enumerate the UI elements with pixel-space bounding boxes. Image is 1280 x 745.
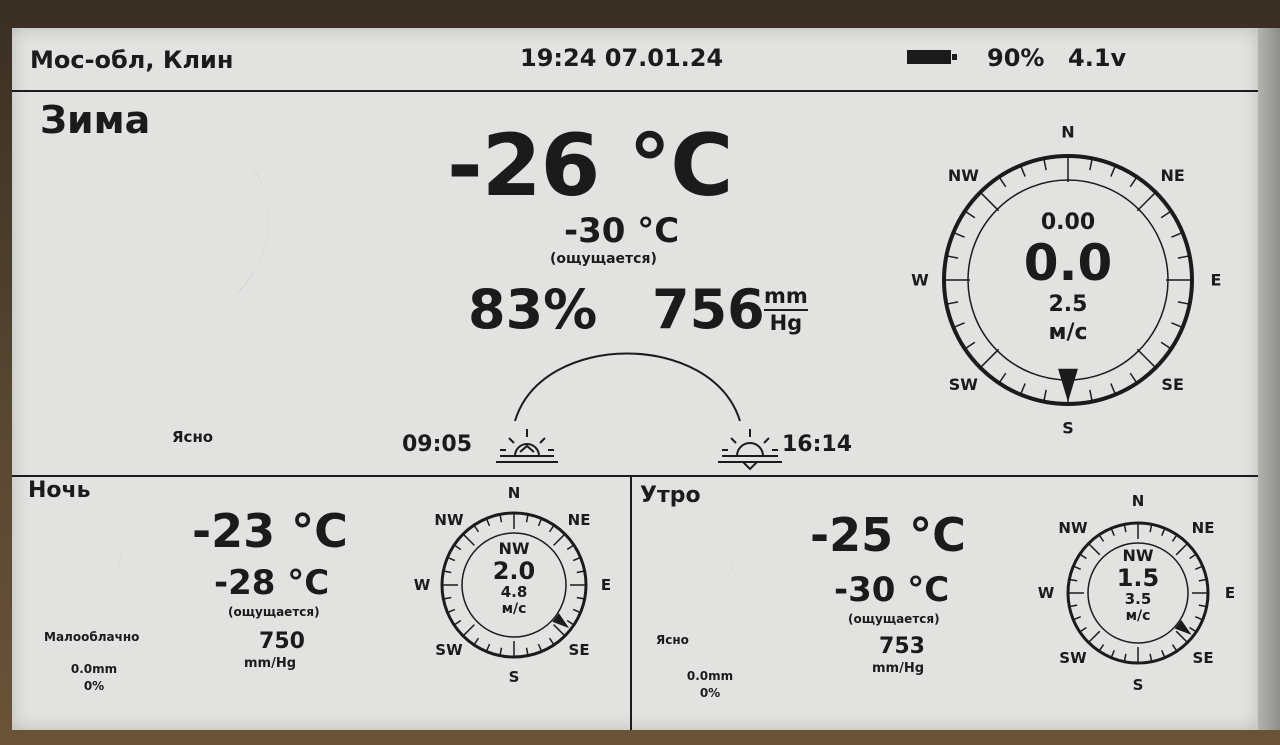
morning-wind-block: NW 1.5 3.5 м/с (1108, 546, 1168, 624)
compass-tick (1189, 626, 1197, 633)
compass-direction-label: SE (1193, 649, 1214, 667)
compass-tick (1194, 565, 1203, 570)
compass-tick (1189, 553, 1197, 560)
compass-tick (1098, 534, 1105, 542)
compass-direction-label: W (1038, 584, 1055, 602)
compass-tick (1171, 534, 1178, 542)
compass-tick (1171, 644, 1178, 652)
morning-wind-gust: 3.5 (1124, 590, 1152, 608)
compass-direction-label: NW (1058, 519, 1088, 537)
compass-tick (1161, 649, 1166, 658)
compass-tick (1098, 644, 1105, 652)
compass-tick (1110, 528, 1115, 537)
compass-tick (1110, 649, 1115, 658)
compass-tick (1194, 616, 1203, 621)
compass-tick (1175, 630, 1189, 644)
compass-direction-label: NE (1192, 519, 1215, 537)
morning-wind-dir: NW (1122, 546, 1154, 565)
morning-wind-speed: 1.5 (1116, 564, 1160, 592)
compass-direction-label: SW (1059, 649, 1087, 667)
compass-tick (1073, 616, 1082, 621)
compass-tick (1175, 542, 1189, 556)
compass-tick (1079, 626, 1087, 633)
compass-tick (1079, 553, 1087, 560)
compass-direction-label: S (1133, 676, 1144, 694)
compass-direction-label: N (1132, 492, 1145, 510)
eink-screen: Мос-обл, Клин 19:24 07.01.24 90% 4.1v Зи… (12, 28, 1258, 730)
compass-tick (1161, 528, 1166, 537)
compass-tick (1087, 542, 1101, 556)
compass-tick (1073, 565, 1082, 570)
compass-tick (1087, 630, 1101, 644)
wind-compass-morning: N NE E SE S SW W NW (12, 28, 1258, 730)
compass-direction-label: E (1225, 584, 1235, 602)
morning-wind-unit: м/с (1125, 608, 1151, 624)
